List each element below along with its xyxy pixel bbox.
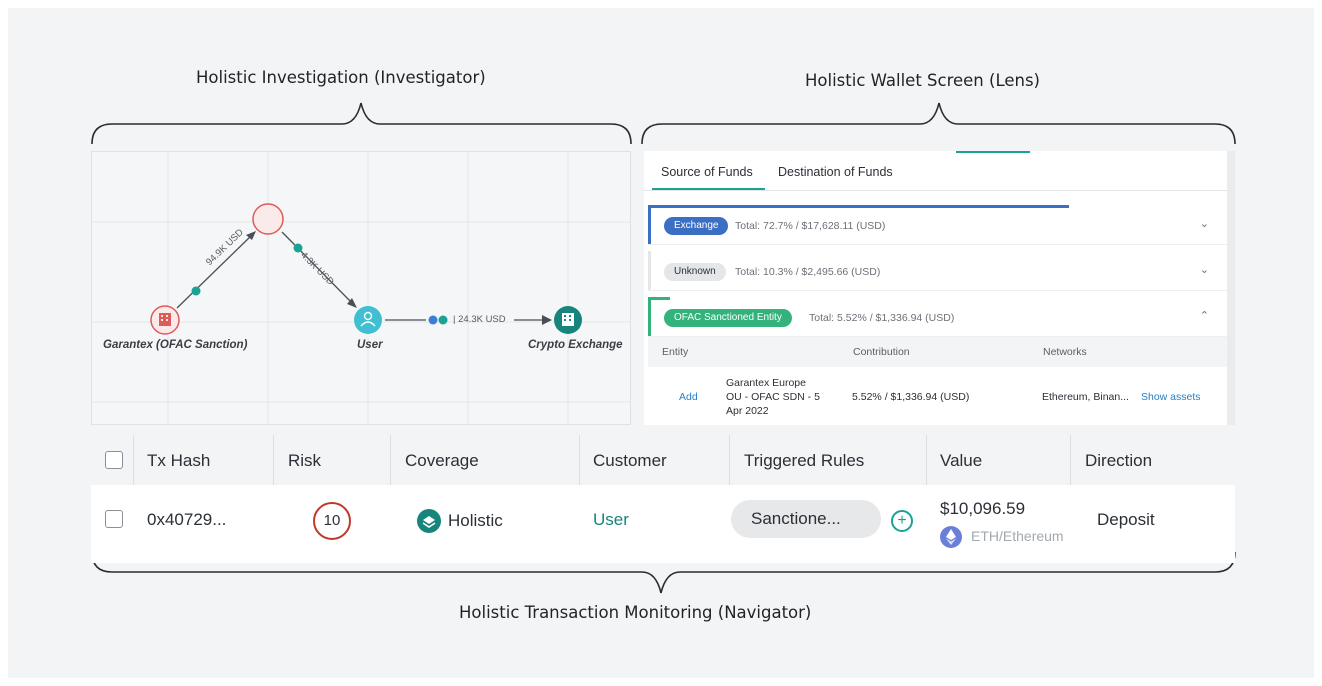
header-contribution: Contribution <box>853 346 910 358</box>
holistic-logo-icon <box>417 509 441 533</box>
entity-name: Garantex Europe OU - OFAC SDN - 5 Apr 20… <box>726 377 820 417</box>
edge-badge-icon <box>428 315 438 325</box>
coverage-value: Holistic <box>448 511 503 530</box>
investigator-graph-panel[interactable]: 94.9K USD 4.3K USD | 24.3K USD Garantex … <box>91 151 631 425</box>
entity-contribution: 5.52% / $1,336.94 (USD) <box>852 391 970 403</box>
exposure-row-exchange[interactable]: Exchange Total: 72.7% / $17,628.11 (USD)… <box>648 205 1227 245</box>
column-divider <box>273 435 274 485</box>
chevron-up-icon[interactable]: ⌃ <box>1200 309 1209 322</box>
header-entity: Entity <box>662 346 689 358</box>
row-accent <box>648 297 651 336</box>
asset-network: ETH/Ethereum <box>971 528 1064 544</box>
tab-top-mark <box>956 151 1030 153</box>
edge-label-3: | 24.3K USD <box>453 314 506 325</box>
edge-garantex-to-node <box>176 234 253 309</box>
header-networks: Networks <box>1043 346 1087 358</box>
column-divider <box>579 435 580 485</box>
unknown-total: Total: 10.3% / $2,495.66 (USD) <box>735 266 881 278</box>
graph-canvas <box>92 152 630 424</box>
column-divider <box>729 435 730 485</box>
investigator-caption: Holistic Investigation (Investigator) <box>196 68 486 87</box>
triggered-rule-pill[interactable]: Sanctione... <box>731 500 881 538</box>
header-value[interactable]: Value <box>940 451 982 471</box>
ofac-total: Total: 5.52% / $1,336.94 (USD) <box>809 312 955 324</box>
intermediate-node <box>252 203 284 235</box>
arrowhead-3 <box>542 315 552 325</box>
tx-hash[interactable]: 0x40729... <box>147 510 226 530</box>
tab-source-of-funds[interactable]: Source of Funds <box>661 165 753 179</box>
exposure-row-unknown[interactable]: Unknown Total: 10.3% / $2,495.66 (USD) ⌄ <box>648 251 1227 291</box>
column-divider <box>926 435 927 485</box>
building-icon <box>159 313 171 326</box>
ethereum-icon <box>940 526 962 548</box>
value-amount: $10,096.59 <box>940 499 1026 518</box>
header-customer[interactable]: Customer <box>593 451 667 471</box>
ofac-pill: OFAC Sanctioned Entity <box>664 309 792 327</box>
column-divider <box>133 435 134 485</box>
exchange-pill: Exchange <box>664 217 729 235</box>
column-divider <box>390 435 391 485</box>
header-direction[interactable]: Direction <box>1085 451 1152 471</box>
lens-caption: Holistic Wallet Screen (Lens) <box>805 71 1040 90</box>
add-link[interactable]: Add <box>679 391 698 403</box>
risk-score-badge: 10 <box>313 502 351 540</box>
exchange-total: Total: 72.7% / $17,628.11 (USD) <box>735 220 886 232</box>
select-all-checkbox[interactable] <box>105 451 123 469</box>
row-checkbox[interactable] <box>105 510 123 528</box>
edge-badge-icon <box>191 286 201 296</box>
edge-badge-icon <box>293 243 303 253</box>
navigator-table-header: Tx Hash Risk Coverage Customer Triggered… <box>91 435 1235 485</box>
row-accent <box>648 205 651 244</box>
lens-panel: Source of Funds Destination of Funds Exc… <box>644 151 1235 425</box>
navigator-caption: Holistic Transaction Monitoring (Navigat… <box>459 603 812 622</box>
header-coverage[interactable]: Coverage <box>405 451 479 471</box>
row-accent-top <box>648 297 670 300</box>
funds-tabs: Source of Funds Destination of Funds <box>644 151 1227 191</box>
show-assets-link[interactable]: Show assets <box>1141 391 1201 403</box>
chevron-down-icon[interactable]: ⌄ <box>1200 263 1209 276</box>
tab-destination-of-funds[interactable]: Destination of Funds <box>778 165 893 179</box>
building-icon <box>562 313 574 326</box>
entity-table-header: Entity Contribution Networks <box>648 337 1227 367</box>
exposure-row-ofac[interactable]: OFAC Sanctioned Entity Total: 5.52% / $1… <box>648 297 1227 337</box>
exchange-label: Crypto Exchange <box>528 339 623 351</box>
header-triggered-rules[interactable]: Triggered Rules <box>744 451 864 471</box>
garantex-label: Garantex (OFAC Sanction) <box>103 339 248 351</box>
row-accent <box>648 251 651 290</box>
exposure-bar <box>648 205 1069 208</box>
header-tx-hash[interactable]: Tx Hash <box>147 451 210 471</box>
customer-link[interactable]: User <box>593 510 629 530</box>
header-risk[interactable]: Risk <box>288 451 321 471</box>
column-divider <box>1070 435 1071 485</box>
user-label: User <box>357 339 383 351</box>
unknown-pill: Unknown <box>664 263 726 281</box>
active-tab-indicator <box>652 188 765 190</box>
chevron-down-icon[interactable]: ⌄ <box>1200 217 1209 230</box>
entity-networks: Ethereum, Binan... <box>1042 391 1129 403</box>
add-rule-icon[interactable]: + <box>891 510 913 532</box>
navigator-panel: Tx Hash Risk Coverage Customer Triggered… <box>91 435 1235 563</box>
edge-badge-icon <box>438 315 448 325</box>
direction-value: Deposit <box>1097 510 1155 529</box>
